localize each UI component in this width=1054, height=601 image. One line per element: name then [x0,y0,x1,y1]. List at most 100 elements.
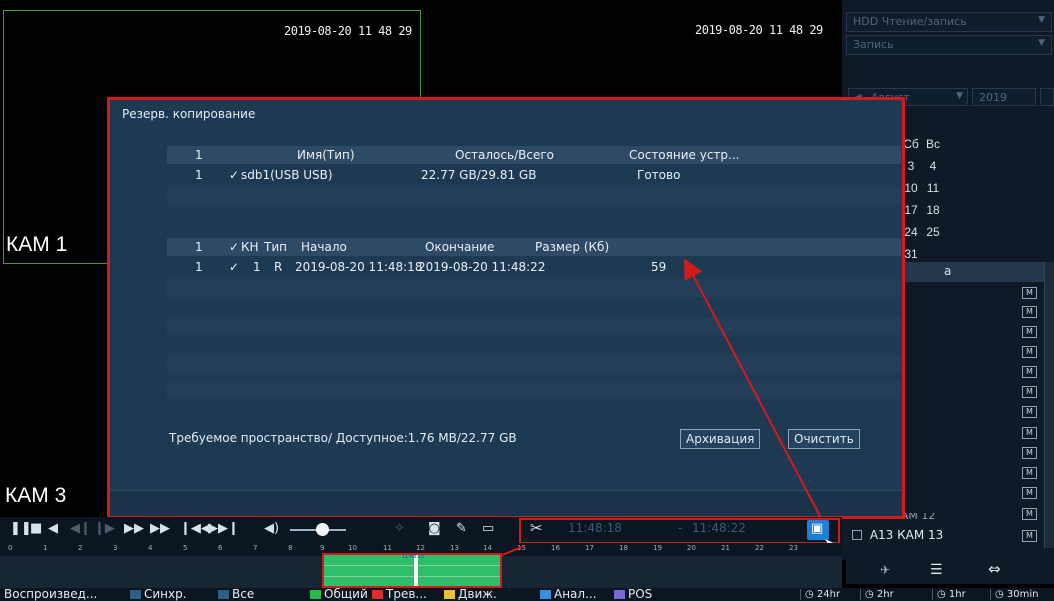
m-badge[interactable]: M [1022,487,1037,499]
next-frame-icon[interactable]: ❙▶ [94,521,115,536]
column-device-status: Состояние устр... [629,148,740,162]
file-table-header: 1 ✓ КН Тип Начало Окончание Размер (Кб) [167,238,901,256]
m-badge[interactable]: M [1022,427,1037,439]
checkbox[interactable] [372,590,383,599]
filter-alarm[interactable]: Трев... [372,587,427,601]
duration-2hr-button[interactable]: ◷ 2hr [860,589,894,600]
m-badge[interactable]: M [1022,406,1037,418]
column-free-total: Осталось/Всего [455,148,554,162]
record-select-value: Запись [853,38,894,51]
file-number: 1 [195,260,203,274]
year-select[interactable]: 2019 [972,88,1036,106]
m-badge[interactable]: M [1022,326,1037,338]
select-all-checkbox[interactable]: ✓ [229,240,239,254]
device-row[interactable]: 1 ✓ sdb1(USB USB) 22.77 GB/29.81 GB Гото… [167,166,901,185]
expand-icon[interactable]: ⇔ [988,560,1001,578]
m-badge[interactable]: M [1022,366,1037,378]
column-number: 1 [195,240,203,254]
checkbox[interactable] [614,590,625,599]
calendar-day[interactable]: 4 [922,159,944,173]
checkbox[interactable] [130,590,141,599]
ruler-tick: 14 [483,544,492,552]
next-day-icon[interactable]: ▶▶❙ [208,521,239,536]
duration-1hr-button[interactable]: ◷ 1hr [932,589,966,600]
file-size: 59 [651,260,667,274]
m-badge[interactable]: M [1022,287,1037,299]
m-badge[interactable]: M [1022,386,1037,398]
m-badge[interactable]: M [1022,530,1037,542]
ruler-tick: 8 [288,544,293,552]
filter-icon[interactable]: ✈ [880,563,890,577]
m-badge[interactable]: M [1022,467,1037,479]
checkbox[interactable] [310,590,321,599]
dialog-footer [110,490,902,516]
fast-forward-icon[interactable]: ▶▶ [150,521,170,536]
slow-play-icon[interactable]: ▶▶ [124,521,144,536]
prev-frame-icon[interactable]: ◀❙ [70,521,91,536]
calendar-day[interactable]: 25 [922,225,944,239]
smart-search-icon[interactable]: ✧ [394,521,405,536]
timeline-grid-h [324,576,500,577]
snapshot-icon[interactable]: ◙ [428,521,441,536]
ruler-tick: 16 [551,544,560,552]
tag-icon[interactable]: ✎ [456,521,467,536]
prev-day-icon[interactable]: ❙◀◀ [180,521,211,536]
filter-pos[interactable]: POS [614,587,652,601]
checkbox[interactable] [444,590,455,599]
clear-button[interactable]: Очистить [788,429,860,449]
chevron-down-icon: ▼ [1038,15,1045,25]
m-badge[interactable]: M [1022,346,1037,358]
filter-sync[interactable]: Синхр. [130,587,187,601]
column-size: Размер (Кб) [535,240,610,254]
m-badge[interactable]: M [1022,447,1037,459]
stop-icon[interactable]: ■ [30,521,42,536]
ruler-tick: 6 [218,544,223,552]
required-space-text: Требуемое пространство/ Доступное:1.76 M… [169,431,517,445]
column-number: 1 [195,148,203,162]
filter-all[interactable]: Все [218,587,254,601]
record-select[interactable]: Запись ▼ [846,35,1052,55]
m-badge[interactable]: M [1022,306,1037,318]
video-clip-icon[interactable]: ▭ [482,521,494,536]
year-value: 2019 [979,91,1007,104]
table-row [167,279,901,297]
ruler-tick: 5 [183,544,188,552]
pause-icon[interactable]: ❚❚ [10,521,32,536]
checkbox[interactable] [218,590,229,599]
volume-icon[interactable]: ◀) [264,521,279,536]
mode-select-value: HDD Чтение/запись [853,15,967,28]
calendar-day[interactable]: 18 [922,203,944,217]
duration-30min-button[interactable]: ◷ 30min [990,589,1039,600]
file-row[interactable]: 1 ✓ 1 R 2019-08-20 11:48:18 2019-08-20 1… [167,258,901,277]
file-type: R [274,260,283,274]
reverse-play-icon[interactable]: ◀ [48,521,58,536]
toolbar-highlight [519,518,840,544]
m-badge[interactable]: M [1022,508,1037,520]
filter-general[interactable]: Общий [310,587,368,601]
calendar-day[interactable]: 11 [922,181,944,195]
chevron-down-icon: ▼ [956,91,963,101]
archive-button[interactable]: Архивация [680,429,761,449]
device-table-header: 1 Имя(Тип) Осталось/Всего Состояние устр… [167,146,901,164]
list-icon[interactable]: ☰ [930,562,943,578]
mode-select[interactable]: HDD Чтение/запись ▼ [846,12,1052,32]
volume-slider-handle[interactable] [316,523,329,536]
next-month-button[interactable] [1040,88,1054,106]
file-checkbox[interactable]: ✓ [229,260,239,274]
file-end: 2019-08-20 11:48:22 [418,260,546,274]
device-checkbox[interactable]: ✓ [229,168,239,182]
device-name: sdb1(USB USB) [241,168,333,182]
checkbox[interactable] [540,590,551,599]
filter-analytics[interactable]: Анал... [540,587,597,601]
ruler-tick: 17 [585,544,594,552]
device-status: Готово [637,168,681,182]
filter-motion[interactable]: Движ. [444,587,497,601]
save-icon: ▣ [811,521,824,536]
ruler-tick: 19 [653,544,662,552]
channel-item-13[interactable]: A13 КАМ 13 [852,528,943,542]
clock-icon: ◷ [995,589,1007,600]
duration-24hr-button[interactable]: ◷ 24hr [800,589,840,600]
scrollbar[interactable] [1044,262,1054,548]
ruler-tick: 13 [450,544,459,552]
channel-checkbox[interactable] [852,530,862,540]
